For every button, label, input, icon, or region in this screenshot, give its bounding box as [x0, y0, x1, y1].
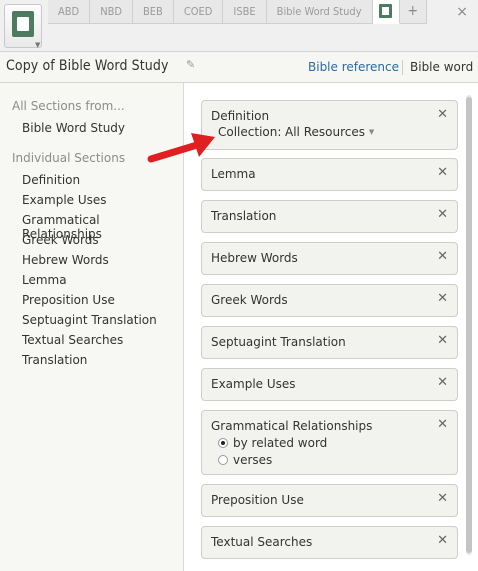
radio-label: verses [233, 453, 273, 467]
section-card-greek-words[interactable]: Greek Words ✕ [201, 284, 458, 317]
title-bar: Copy of Bible Word Study ✎ Bible referen… [0, 52, 478, 83]
sidebar-item-septuagint-translation[interactable]: Septuagint Translation [22, 313, 157, 327]
bible-reference-link[interactable]: Bible reference [308, 60, 399, 74]
remove-section-icon[interactable]: ✕ [437, 491, 448, 506]
remove-section-icon[interactable]: ✕ [437, 333, 448, 348]
guide-document-icon [12, 11, 34, 37]
tab-bible-word-study[interactable]: Bible Word Study [266, 0, 373, 24]
tab-coed[interactable]: COED [173, 0, 224, 24]
tab-nbd[interactable]: NBD [90, 0, 133, 24]
scrollbar-thumb[interactable] [466, 97, 472, 553]
close-panel-icon[interactable]: × [456, 4, 468, 20]
section-label: Definition [211, 109, 270, 123]
guide-title: Copy of Bible Word Study [6, 58, 169, 74]
remove-section-icon[interactable]: ✕ [437, 291, 448, 306]
section-card-grammatical-relationships[interactable]: Grammatical Relationships ✕ by related w… [201, 410, 458, 475]
header-divider [402, 60, 403, 75]
tab-bar: ▼ ABD NBD BEB COED ISBE Bible Word Study… [0, 0, 478, 52]
collection-value: All Resources [285, 125, 365, 139]
section-card-hebrew-words[interactable]: Hebrew Words ✕ [201, 242, 458, 275]
remove-section-icon[interactable]: ✕ [437, 375, 448, 390]
radio-label: by related word [233, 436, 328, 450]
section-label: Textual Searches [211, 535, 313, 549]
all-sections-heading: All Sections from... [12, 99, 125, 113]
red-arrow-icon [147, 133, 215, 163]
remove-section-icon[interactable]: ✕ [437, 417, 448, 432]
section-label: Septuagint Translation [211, 335, 346, 349]
panel-tabs: ABD NBD BEB COED ISBE Bible Word Study + [48, 0, 428, 24]
edit-title-icon[interactable]: ✎ [186, 58, 195, 71]
sidebar-item-lemma[interactable]: Lemma [22, 273, 67, 287]
tab-beb[interactable]: BEB [133, 0, 174, 24]
section-label: Hebrew Words [211, 251, 298, 265]
remove-section-icon[interactable]: ✕ [437, 107, 448, 122]
section-card-textual-searches[interactable]: Textual Searches ✕ [201, 526, 458, 559]
section-card-septuagint-translation[interactable]: Septuagint Translation ✕ [201, 326, 458, 359]
section-card-translation[interactable]: Translation ✕ [201, 200, 458, 233]
remove-section-icon[interactable]: ✕ [437, 249, 448, 264]
collection-dropdown[interactable]: All Resources ▼ [285, 125, 374, 139]
sidebar-item-example-uses[interactable]: Example Uses [22, 193, 107, 207]
guide-editor-icon [378, 4, 392, 18]
radio-by-related-word[interactable]: by related word [218, 436, 327, 450]
section-label: Translation [211, 209, 277, 223]
guide-sections-pane: Definition ✕ Collection: All Resources ▼… [185, 83, 478, 571]
chevron-down-icon: ▼ [35, 41, 41, 49]
section-card-preposition-use[interactable]: Preposition Use ✕ [201, 484, 458, 517]
radio-unselected-icon [218, 455, 228, 465]
section-card-definition[interactable]: Definition ✕ Collection: All Resources ▼ [201, 100, 458, 150]
radio-selected-icon [218, 438, 228, 448]
radio-verses[interactable]: verses [218, 453, 272, 467]
add-tab-button[interactable]: + [399, 0, 428, 24]
sidebar-item-hebrew-words[interactable]: Hebrew Words [22, 253, 109, 267]
section-card-example-uses[interactable]: Example Uses ✕ [201, 368, 458, 401]
remove-section-icon[interactable]: ✕ [437, 207, 448, 222]
remove-section-icon[interactable]: ✕ [437, 165, 448, 180]
sidebar-item-greek-words[interactable]: Greek Words [22, 233, 99, 247]
app-menu-button[interactable]: ▼ [4, 4, 42, 49]
remove-section-icon[interactable]: ✕ [437, 533, 448, 548]
tab-abd[interactable]: ABD [48, 0, 91, 24]
section-label: Example Uses [211, 377, 296, 391]
sidebar-item-translation[interactable]: Translation [22, 353, 87, 367]
sidebar-item-definition[interactable]: Definition [22, 173, 80, 187]
tab-isbe[interactable]: ISBE [223, 0, 267, 24]
sidebar-item-bible-word-study[interactable]: Bible Word Study [22, 121, 125, 135]
tab-active-guide[interactable] [372, 0, 400, 24]
individual-sections-heading: Individual Sections [12, 151, 126, 165]
collection-label: Collection: [218, 125, 282, 139]
section-label: Grammatical Relationships [211, 419, 373, 433]
sidebar-item-preposition-use[interactable]: Preposition Use [22, 293, 115, 307]
bible-word-link[interactable]: Bible word [410, 60, 473, 74]
section-label: Greek Words [211, 293, 288, 307]
section-label: Preposition Use [211, 493, 304, 507]
dropdown-arrow-icon: ▼ [368, 128, 375, 136]
sidebar-item-textual-searches[interactable]: Textual Searches [22, 333, 123, 347]
section-card-lemma[interactable]: Lemma ✕ [201, 158, 458, 191]
